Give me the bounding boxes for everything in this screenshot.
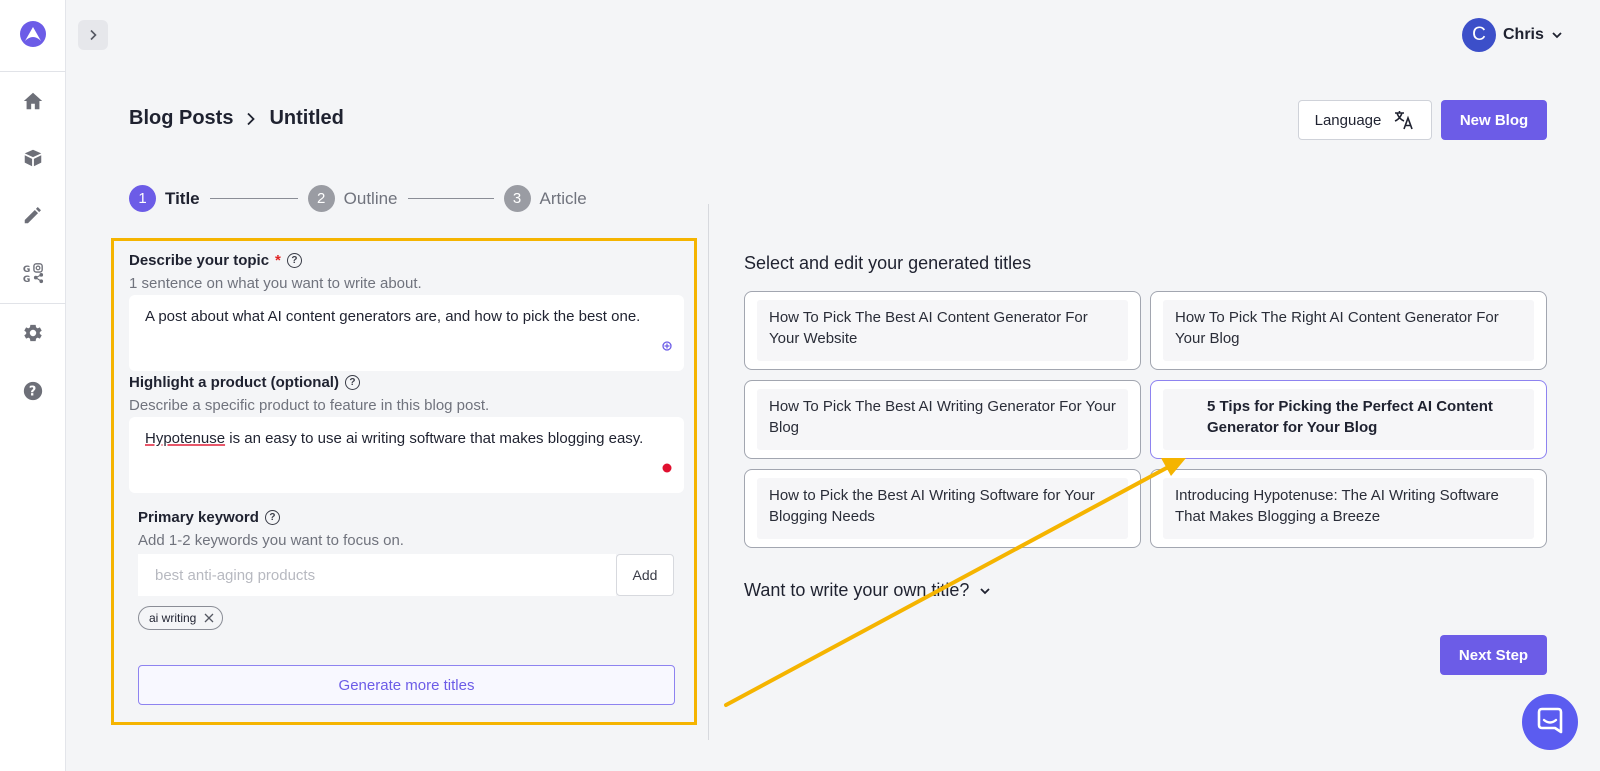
translate-icon xyxy=(1395,111,1414,130)
titles-heading: Select and edit your generated titles xyxy=(744,253,1032,273)
breadcrumb-blog-posts[interactable]: Blog Posts xyxy=(129,107,233,130)
title-option-text[interactable]: How to Pick the Best AI Writing Software… xyxy=(757,478,1128,539)
sidebar: G G ? xyxy=(0,0,66,771)
new-blog-button[interactable]: New Blog xyxy=(1441,100,1547,140)
chat-support-button[interactable] xyxy=(1522,694,1578,750)
title-option-selected[interactable]: 5 Tips for Picking the Perfect AI Conten… xyxy=(1150,380,1547,459)
title-option[interactable]: How To Pick The Best AI Content Generato… xyxy=(744,291,1141,370)
help-circle-icon[interactable]: ? xyxy=(344,375,360,390)
social-media-icon[interactable]: G G xyxy=(21,261,45,285)
gear-icon[interactable] xyxy=(21,321,45,345)
step-connector xyxy=(209,198,298,199)
box-icon[interactable] xyxy=(21,146,45,170)
product-value: is an easy to use ai writing software th… xyxy=(225,430,644,447)
step-label: Title xyxy=(165,188,200,208)
keyword-input[interactable]: best anti-aging products xyxy=(138,554,616,596)
help-circle-icon[interactable]: ? xyxy=(286,253,302,268)
step-label: Outline xyxy=(343,188,398,208)
app-logo-icon[interactable] xyxy=(19,20,47,48)
sidebar-divider xyxy=(0,71,66,72)
expand-sidebar-button[interactable] xyxy=(78,20,108,50)
step-number: 3 xyxy=(503,185,531,212)
step-outline[interactable]: 2 Outline xyxy=(307,185,398,212)
keyword-chip-label: ai writing xyxy=(149,611,197,625)
step-label: Article xyxy=(539,188,587,208)
panel-divider xyxy=(708,204,709,740)
step-connector xyxy=(407,198,494,199)
write-own-title-toggle[interactable]: Want to write your own title? xyxy=(744,580,991,601)
user-name: Chris xyxy=(1503,26,1544,43)
step-article[interactable]: 3 Article xyxy=(503,185,587,212)
language-button[interactable]: Language xyxy=(1298,100,1432,140)
own-title-label: Want to write your own title? xyxy=(744,580,970,600)
error-dot-icon[interactable] xyxy=(662,463,672,473)
title-option[interactable]: Introducing Hypotenuse: The AI Writing S… xyxy=(1150,469,1547,548)
keyword-label: Primary keyword ? xyxy=(138,509,280,526)
sidebar-divider xyxy=(0,303,66,304)
title-option-text[interactable]: How To Pick The Best AI Content Generato… xyxy=(757,300,1128,361)
chevron-down-icon xyxy=(1552,32,1562,39)
svg-text:?: ? xyxy=(29,385,36,400)
add-keyword-button[interactable]: Add xyxy=(616,554,674,596)
step-title[interactable]: 1 Title xyxy=(129,185,200,212)
title-input-panel: Describe your topic * ? 1 sentence on wh… xyxy=(111,238,697,725)
grammar-check-icon[interactable] xyxy=(662,341,672,351)
title-option-text[interactable]: Introducing Hypotenuse: The AI Writing S… xyxy=(1163,478,1534,539)
title-option[interactable]: How To Pick The Best AI Writing Generato… xyxy=(744,380,1141,459)
chat-icon xyxy=(1537,707,1563,734)
user-menu[interactable]: C Chris xyxy=(1462,18,1563,52)
keyword-chip: ai writing xyxy=(138,606,224,630)
product-brand-word: Hypotenuse xyxy=(145,430,226,447)
topic-hint: 1 sentence on what you want to write abo… xyxy=(129,275,422,292)
help-icon[interactable]: ? xyxy=(21,379,45,403)
help-circle-icon[interactable]: ? xyxy=(264,510,280,525)
chevron-down-icon xyxy=(980,587,991,594)
title-option[interactable]: How To Pick The Right AI Content Generat… xyxy=(1150,291,1547,370)
required-mark: * xyxy=(275,252,281,269)
step-number: 2 xyxy=(307,185,335,212)
product-hint: Describe a specific product to feature i… xyxy=(129,397,490,414)
title-option-text[interactable]: How To Pick The Best AI Writing Generato… xyxy=(757,389,1128,450)
home-icon[interactable] xyxy=(21,89,45,113)
topic-value: A post about what AI content generators … xyxy=(145,308,641,325)
svg-text:G: G xyxy=(23,274,31,284)
avatar: C xyxy=(1462,18,1496,52)
keyword-placeholder: best anti-aging products xyxy=(155,566,316,584)
title-option[interactable]: How to Pick the Best AI Writing Software… xyxy=(744,469,1141,548)
generate-more-titles-button[interactable]: Generate more titles xyxy=(138,665,675,705)
breadcrumb: Blog Posts Untitled xyxy=(129,107,344,130)
close-icon[interactable] xyxy=(204,613,214,623)
breadcrumb-current: Untitled xyxy=(269,107,344,129)
product-textarea[interactable]: Hypotenuse is an easy to use ai writing … xyxy=(129,417,684,493)
title-option-text[interactable]: How To Pick The Right AI Content Generat… xyxy=(1163,300,1534,361)
product-label: Highlight a product (optional) ? xyxy=(129,374,360,391)
pencil-icon[interactable] xyxy=(21,203,45,227)
topic-textarea[interactable]: A post about what AI content generators … xyxy=(129,295,684,371)
chevron-right-icon xyxy=(90,29,97,41)
language-label: Language xyxy=(1314,111,1382,129)
chevron-right-icon xyxy=(247,112,256,125)
keyword-hint: Add 1-2 keywords you want to focus on. xyxy=(138,532,404,549)
next-step-button[interactable]: Next Step xyxy=(1440,635,1547,675)
topic-label: Describe your topic * ? xyxy=(129,252,302,269)
title-option-text[interactable]: 5 Tips for Picking the Perfect AI Conten… xyxy=(1163,389,1534,450)
step-number: 1 xyxy=(129,185,156,212)
stepper: 1 Title 2 Outline 3 Article xyxy=(129,185,587,212)
